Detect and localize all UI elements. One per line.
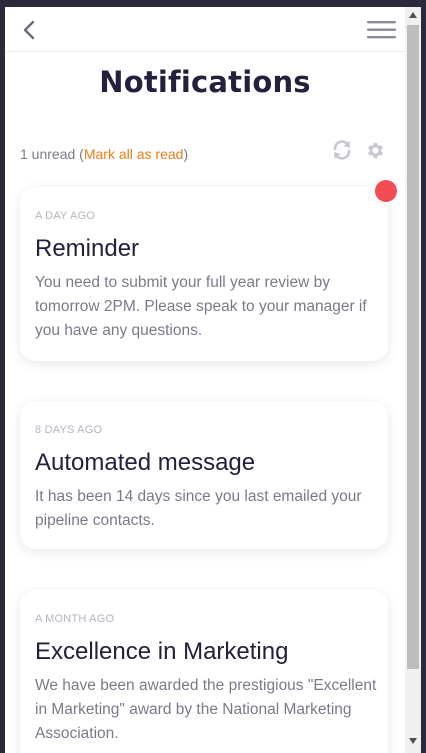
gear-icon: [367, 142, 384, 159]
refresh-icon: [333, 140, 351, 160]
notification-title: Excellence in Marketing: [35, 638, 289, 665]
triangle-down-icon: [409, 738, 417, 744]
unread-indicator: [375, 180, 397, 202]
scroll-up-arrow[interactable]: [405, 7, 421, 23]
notification-time: 8 DAYS AGO: [35, 424, 103, 436]
notification-title: Reminder: [35, 235, 140, 262]
notification-card[interactable]: A MONTH AGO Excellence in Marketing We h…: [20, 590, 388, 753]
vertical-scrollbar[interactable]: [405, 7, 421, 753]
unread-status: 1 unread (Mark all as read): [20, 146, 188, 162]
notification-time: A DAY AGO: [35, 210, 96, 222]
menu-button[interactable]: [367, 20, 397, 40]
scrollbar-thumb[interactable]: [407, 25, 419, 669]
hamburger-menu-icon: [367, 21, 396, 39]
scroll-down-arrow[interactable]: [405, 733, 421, 749]
notification-card[interactable]: A DAY AGO Reminder You need to submit yo…: [20, 187, 388, 361]
notification-title: Automated message: [35, 449, 256, 476]
settings-button[interactable]: [365, 140, 386, 161]
back-button[interactable]: [19, 19, 39, 41]
top-bar: [5, 7, 405, 52]
notification-body: You need to submit your full year review…: [35, 274, 367, 339]
mark-all-read-link[interactable]: Mark all as read: [84, 146, 184, 162]
close-paren: ): [183, 146, 189, 162]
notification-body: We have been awarded the prestigious "Ex…: [35, 677, 377, 742]
page-title: Notifications: [99, 65, 311, 99]
app-window: Notifications 1 unread (Mark all as read…: [5, 7, 421, 753]
triangle-up-icon: [409, 12, 417, 18]
notification-body: It has been 14 days since you last email…: [35, 488, 362, 529]
refresh-button[interactable]: [331, 139, 353, 161]
notification-time: A MONTH AGO: [35, 613, 115, 625]
notification-card[interactable]: 8 DAYS AGO Automated message It has been…: [20, 401, 388, 549]
unread-count: 1 unread: [20, 146, 76, 162]
chevron-left-icon: [23, 20, 35, 40]
